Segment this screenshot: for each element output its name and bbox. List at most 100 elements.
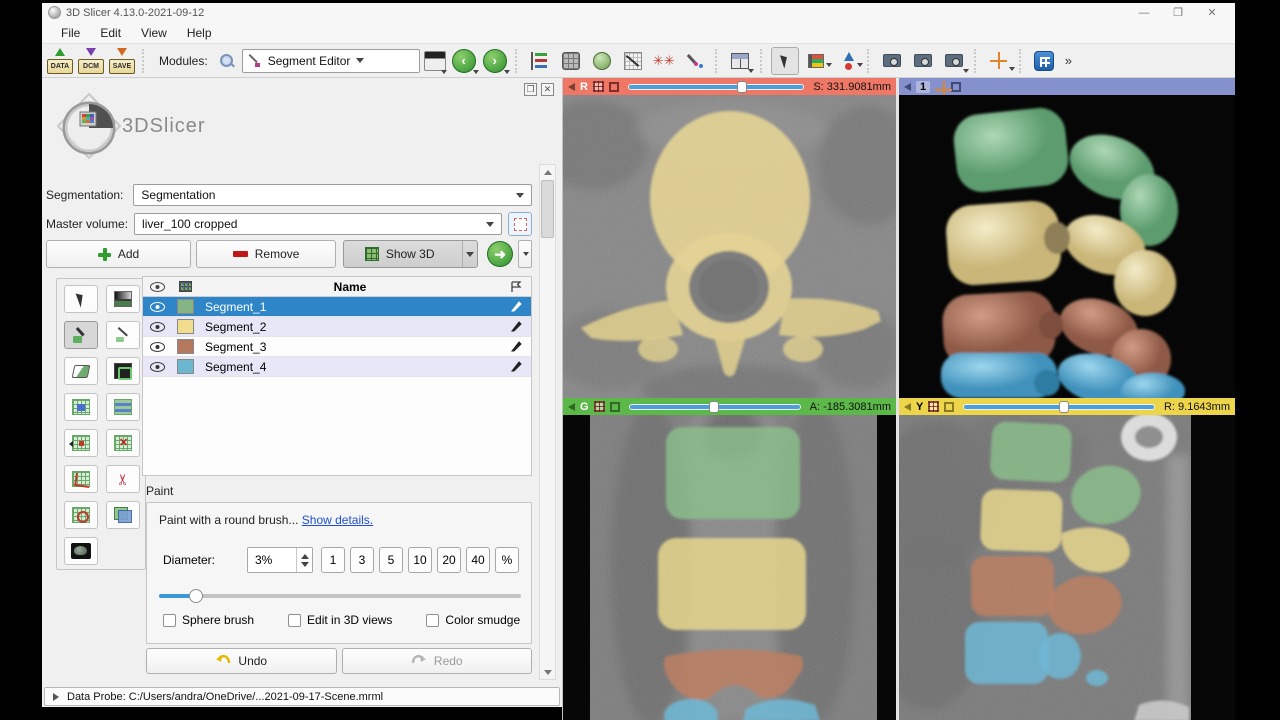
diameter-spinbox[interactable]: 3% [247, 547, 313, 573]
crosshair-button[interactable] [985, 47, 1015, 75]
slice-link-icon[interactable] [944, 401, 955, 412]
slice-menu-icon[interactable] [592, 81, 604, 92]
screenshot-button[interactable] [878, 47, 906, 75]
editor-button[interactable] [619, 47, 647, 75]
effect-draw-button[interactable] [106, 321, 140, 349]
pin-icon[interactable] [904, 82, 911, 91]
slice-menu-icon[interactable] [928, 401, 940, 412]
rotate-view-icon[interactable] [935, 81, 953, 98]
slider-handle[interactable] [709, 400, 720, 413]
scene-view-restore-button[interactable] [940, 47, 969, 75]
effect-islands-button[interactable] [64, 501, 98, 529]
preset-10-button[interactable]: 10 [408, 547, 432, 573]
models-button[interactable] [588, 47, 616, 75]
segment-row[interactable]: Segment_1 [143, 297, 531, 317]
menu-help[interactable]: Help [178, 24, 221, 42]
data-probe-box[interactable]: Data Probe: C:/Users/andra/OneDrive/...2… [44, 687, 560, 706]
edit-in-3d-checkbox[interactable]: Edit in 3D views [288, 613, 392, 627]
color-smudge-checkbox[interactable]: Color smudge [426, 613, 520, 627]
effect-fill-between-slices-button[interactable] [106, 393, 140, 421]
effect-hollow-button[interactable] [106, 429, 140, 457]
panel-close-icon[interactable]: ✕ [541, 83, 554, 96]
effect-margin-button[interactable] [64, 429, 98, 457]
spin-up-icon[interactable] [300, 553, 309, 559]
module-selector[interactable]: Segment Editor [241, 48, 420, 73]
mouse-interaction-button[interactable] [770, 46, 799, 75]
toolbar-overflow-button[interactable]: » [1061, 53, 1076, 68]
segment-row[interactable]: Segment_4 [143, 357, 531, 377]
minimize-button[interactable]: — [1127, 7, 1161, 19]
slice-link-icon[interactable] [608, 81, 619, 92]
show-3d-button[interactable]: Show 3D [343, 240, 479, 268]
scrollbar-thumb[interactable] [541, 180, 554, 238]
diameter-slider[interactable] [159, 589, 521, 603]
module-list-button[interactable] [526, 47, 554, 75]
show-details-link[interactable]: Show details. [302, 513, 373, 527]
segment-row[interactable]: Segment_2 [143, 317, 531, 337]
segmentation-selector[interactable]: Segmentation [133, 184, 532, 206]
menu-file[interactable]: File [52, 24, 89, 42]
yellow-slice-bar[interactable]: Y R: 9.1643mm [899, 398, 1235, 415]
view-link-icon[interactable] [951, 81, 962, 92]
load-data-button[interactable]: DATA [46, 47, 74, 74]
volume-rendering-button[interactable] [557, 47, 585, 75]
effect-level-tracing-button[interactable] [106, 357, 140, 385]
specify-geometry-button[interactable] [508, 212, 532, 236]
scroll-up-icon[interactable] [540, 165, 555, 179]
extensions-button[interactable] [1030, 47, 1058, 75]
effect-mask-volume-button[interactable] [64, 537, 98, 565]
scene-view-capture-button[interactable] [909, 47, 937, 75]
threed-view-bar[interactable]: 1 [899, 78, 1235, 98]
remove-segment-button[interactable]: Remove [196, 240, 337, 268]
window-level-button[interactable] [802, 47, 832, 75]
preset-percent-button[interactable]: % [495, 547, 519, 573]
sphere-brush-checkbox[interactable]: Sphere brush [163, 613, 254, 627]
switch-to-segmentations-button[interactable]: ➜ [487, 241, 514, 267]
yellow-slice-viewport[interactable] [899, 415, 1235, 720]
redo-button[interactable]: Redo [341, 648, 532, 674]
load-dicom-button[interactable]: DCM [77, 47, 105, 74]
preset-5-button[interactable]: 5 [379, 547, 403, 573]
preset-20-button[interactable]: 20 [437, 547, 461, 573]
effect-logical-operators-button[interactable] [106, 501, 140, 529]
panel-scrollbar[interactable] [539, 164, 556, 680]
effect-threshold-button[interactable] [106, 285, 140, 313]
scroll-down-icon[interactable] [540, 665, 555, 679]
effect-none-cursor-button[interactable] [64, 285, 98, 313]
red-slice-slider[interactable] [627, 80, 805, 93]
slider-handle[interactable] [737, 80, 748, 93]
markups-button[interactable] [681, 47, 709, 75]
master-volume-selector[interactable]: liver_100 cropped [134, 213, 502, 235]
green-slice-bar[interactable]: G A: -185.3081mm [563, 398, 896, 415]
effect-scissors-button[interactable]: ✂ [106, 465, 140, 493]
close-button[interactable]: ✕ [1195, 6, 1229, 19]
add-segment-button[interactable]: Add [46, 240, 192, 268]
effect-erase-button[interactable] [64, 357, 98, 385]
slice-link-icon[interactable] [609, 401, 620, 412]
slider-handle[interactable] [1059, 400, 1070, 413]
place-fiducial-button[interactable] [833, 47, 863, 75]
red-slice-viewport[interactable] [563, 95, 896, 398]
effect-smoothing-button[interactable] [64, 465, 98, 493]
spin-down-icon[interactable] [300, 561, 309, 567]
layout-selector-button[interactable] [726, 47, 754, 75]
save-button[interactable]: SAVE [108, 47, 136, 74]
module-search-button[interactable] [215, 47, 239, 75]
expand-arrow-icon[interactable] [53, 692, 59, 701]
panel-undock-icon[interactable]: ❐ [524, 83, 537, 96]
show-3d-dropdown[interactable] [462, 241, 477, 267]
effect-grow-from-seeds-button[interactable] [64, 393, 98, 421]
module-history-button[interactable] [423, 47, 447, 75]
segmentations-dropdown[interactable] [518, 240, 532, 268]
green-slice-viewport[interactable] [563, 415, 896, 720]
transforms-button[interactable]: ✳✳ [650, 47, 678, 75]
threed-viewport[interactable] [899, 95, 1235, 398]
undo-button[interactable]: Undo [146, 648, 337, 674]
slice-menu-icon[interactable] [593, 401, 605, 412]
menu-view[interactable]: View [132, 24, 176, 42]
green-slice-slider[interactable] [628, 400, 801, 413]
slider-handle[interactable] [189, 589, 203, 603]
menu-edit[interactable]: Edit [91, 24, 130, 42]
preset-1-button[interactable]: 1 [321, 547, 345, 573]
pin-icon[interactable] [568, 402, 575, 411]
